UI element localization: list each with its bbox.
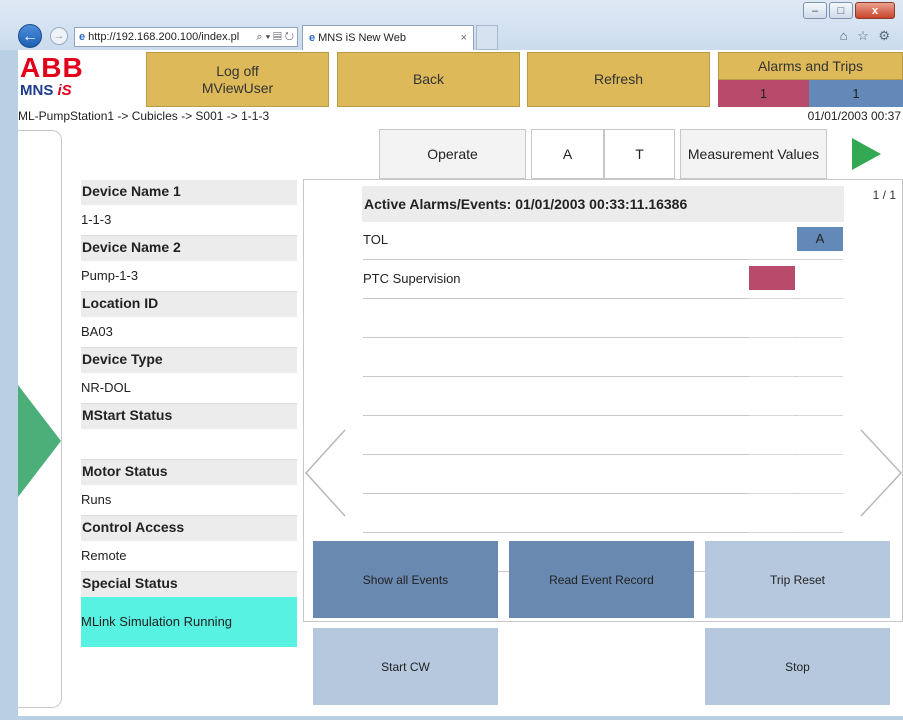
trip-flag bbox=[749, 266, 795, 290]
arrow-left-icon: ← bbox=[22, 28, 38, 45]
back-button[interactable]: Back bbox=[337, 52, 520, 107]
alarm-row bbox=[363, 495, 843, 533]
window-controls: – □ x bbox=[803, 2, 895, 19]
refresh-button[interactable]: Refresh bbox=[527, 52, 710, 107]
page-content: ABB MNS iS Log off MViewUser Back Refres… bbox=[18, 50, 903, 716]
previous-device-arrow[interactable] bbox=[18, 385, 61, 497]
alarm-row[interactable]: PTC Supervision bbox=[363, 261, 843, 299]
tab-alarms[interactable]: A bbox=[531, 129, 604, 179]
alarm-text: PTC Supervision bbox=[363, 271, 461, 286]
back-label: Back bbox=[412, 71, 445, 87]
alarm-row bbox=[363, 456, 843, 494]
info-label: Motor Status bbox=[81, 460, 297, 485]
refresh-label: Refresh bbox=[593, 71, 644, 87]
alarm-row bbox=[363, 339, 843, 377]
alarms-title: Alarms and Trips bbox=[718, 52, 903, 80]
special-status-value: MLink Simulation Running bbox=[81, 597, 297, 647]
close-window-button[interactable]: x bbox=[855, 2, 895, 19]
ie-icon: e bbox=[309, 32, 316, 44]
info-label: Device Name 2 bbox=[81, 236, 297, 261]
new-tab-button[interactable] bbox=[476, 25, 498, 50]
page-indicator: 1 / 1 bbox=[872, 188, 896, 202]
info-value: NR-DOL bbox=[81, 373, 297, 404]
arrow-right-icon: → bbox=[53, 30, 65, 42]
alarm-text: TOL bbox=[363, 232, 389, 247]
device-info-list: Device Name 1 1-1-3 Device Name 2 Pump-1… bbox=[81, 180, 297, 647]
address-tools-icons[interactable]: ⌕ ▾ ▤ ↻ bbox=[256, 28, 294, 46]
info-label: Device Type bbox=[81, 348, 297, 373]
trip-reset-button[interactable]: Trip Reset bbox=[705, 541, 890, 618]
address-url: http://192.168.200.100/index.pl bbox=[88, 31, 240, 43]
browser-tab[interactable]: e MNS iS New Web × bbox=[302, 25, 474, 50]
play-arrow-icon[interactable] bbox=[852, 138, 881, 170]
alarm-row bbox=[363, 378, 843, 416]
tab-operate[interactable]: Operate bbox=[379, 129, 526, 179]
info-label: Control Access bbox=[81, 516, 297, 541]
next-page-arrow-icon[interactable] bbox=[859, 429, 903, 517]
start-cw-button[interactable]: Start CW bbox=[313, 628, 498, 705]
current-datetime: 01/01/2003 00:37 bbox=[807, 109, 901, 123]
info-value bbox=[81, 429, 297, 460]
info-value: 1-1-3 bbox=[81, 205, 297, 236]
info-value: BA03 bbox=[81, 317, 297, 348]
tab-trips[interactable]: T bbox=[604, 129, 675, 179]
info-label: Device Name 1 bbox=[81, 180, 297, 205]
browser-chrome: – □ x ← → e http://192.168.200.100/index.… bbox=[0, 0, 903, 50]
abb-mns-logo: ABB MNS iS bbox=[20, 54, 90, 104]
alarms-header: Active Alarms/Events: 01/01/2003 00:33:1… bbox=[362, 186, 844, 222]
tab-title: MNS iS New Web bbox=[318, 32, 406, 44]
ie-icon: e bbox=[79, 31, 86, 43]
close-tab-icon[interactable]: × bbox=[461, 26, 467, 50]
breadcrumb: ML-PumpStation1 -> Cubicles -> S001 -> 1… bbox=[18, 109, 270, 123]
abb-logo: ABB bbox=[20, 52, 84, 83]
info-value: Runs bbox=[81, 485, 297, 516]
maximize-button[interactable]: □ bbox=[829, 2, 853, 19]
toolbar-icons[interactable]: ⌂ ☆ ⚙ bbox=[840, 28, 893, 44]
logoff-user: MViewUser bbox=[201, 79, 274, 96]
tab-measurement-values[interactable]: Measurement Values bbox=[680, 129, 827, 179]
show-all-events-button[interactable]: Show all Events bbox=[313, 541, 498, 618]
info-value: Pump-1-3 bbox=[81, 261, 297, 292]
mns-is-logo: MNS iS bbox=[20, 82, 72, 99]
alarm-row[interactable]: TOL A bbox=[363, 222, 843, 260]
info-label: Location ID bbox=[81, 292, 297, 317]
browser-back-button[interactable]: ← bbox=[18, 24, 42, 48]
alarm-flag-a: A bbox=[797, 227, 843, 251]
minimize-button[interactable]: – bbox=[803, 2, 827, 19]
info-label: MStart Status bbox=[81, 404, 297, 429]
trip-count[interactable]: 1 bbox=[809, 80, 903, 107]
read-event-record-button[interactable]: Read Event Record bbox=[509, 541, 694, 618]
alarm-row bbox=[363, 300, 843, 338]
info-label: Special Status bbox=[81, 572, 297, 597]
stop-button[interactable]: Stop bbox=[705, 628, 890, 705]
info-value: Remote bbox=[81, 541, 297, 572]
alarms-and-trips[interactable]: Alarms and Trips 1 1 bbox=[718, 52, 903, 107]
alarm-row bbox=[363, 417, 843, 455]
logoff-button[interactable]: Log off MViewUser bbox=[146, 52, 329, 107]
logoff-label: Log off bbox=[216, 62, 259, 79]
browser-forward-button[interactable]: → bbox=[50, 27, 68, 45]
alarm-count[interactable]: 1 bbox=[718, 80, 809, 107]
prev-page-arrow-icon[interactable] bbox=[304, 429, 346, 517]
address-bar[interactable]: e http://192.168.200.100/index.pl ⌕ ▾ ▤ ↻ bbox=[74, 27, 298, 47]
